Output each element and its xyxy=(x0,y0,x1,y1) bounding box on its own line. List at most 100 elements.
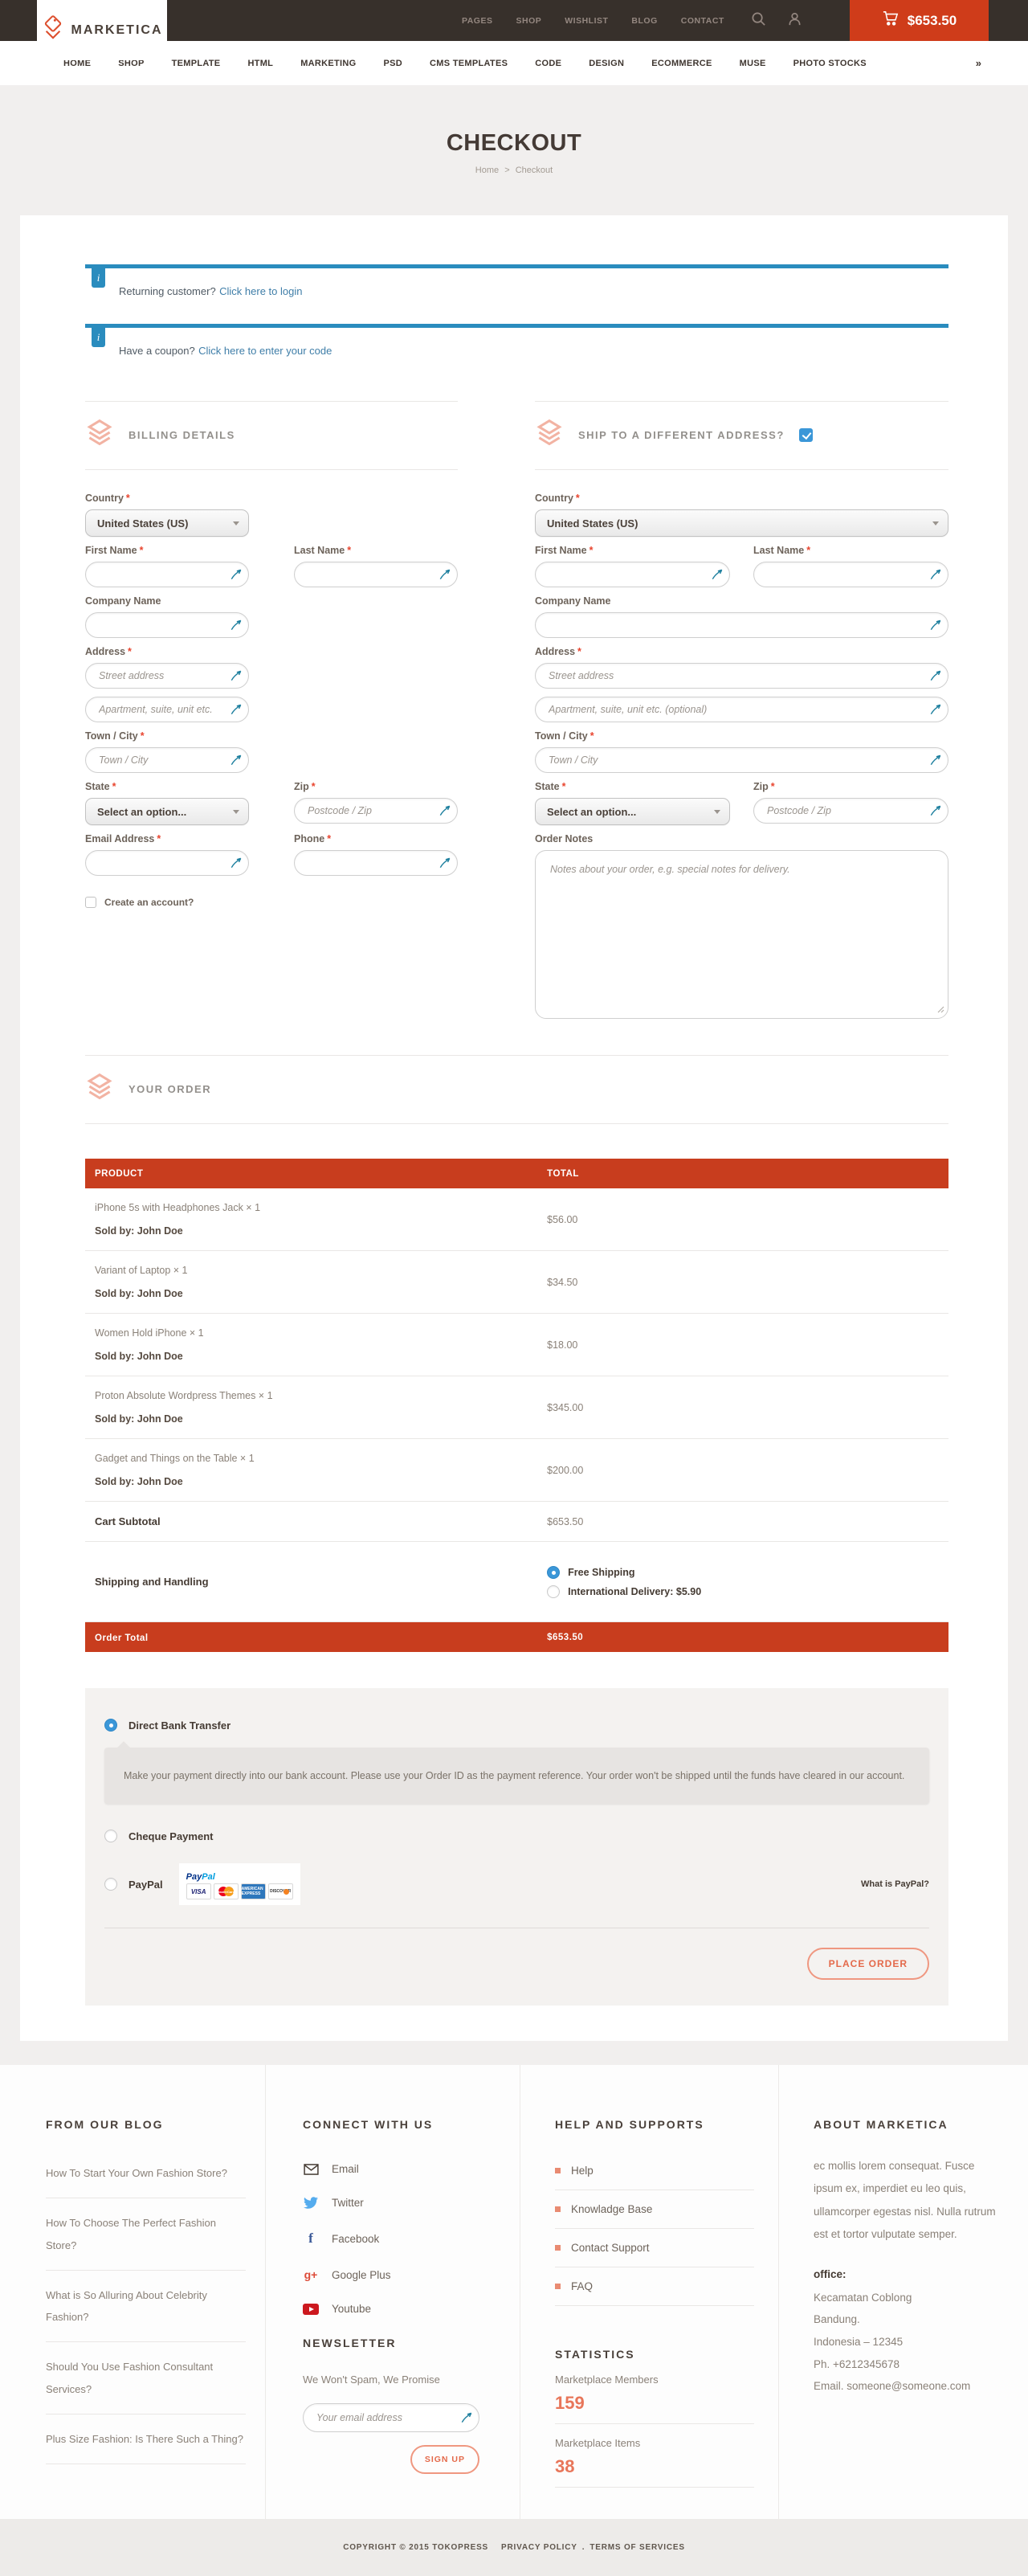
faq-link[interactable]: FAQ xyxy=(555,2267,754,2306)
what-is-paypal-link[interactable]: What is PayPal? xyxy=(861,1879,929,1889)
help-link[interactable]: Help xyxy=(555,2152,754,2190)
social-link-youtube[interactable]: Youtube xyxy=(303,2303,496,2315)
bullet-icon xyxy=(555,2168,561,2173)
newsletter-email-input[interactable] xyxy=(303,2403,479,2432)
blog-post-link[interactable]: Should You Use Fashion Consultant Servic… xyxy=(46,2342,246,2414)
create-account-checkbox[interactable] xyxy=(85,897,96,908)
autofill-dart-icon xyxy=(230,857,242,869)
blog-post-link[interactable]: How To Start Your Own Fashion Store? xyxy=(46,2149,246,2198)
stat-marketplace-items: Marketplace Items 38 xyxy=(555,2424,754,2488)
autofill-dart-icon xyxy=(230,670,242,681)
social-link-google-plus[interactable]: Google Plus xyxy=(303,2268,496,2281)
shipping-apartment-input[interactable] xyxy=(535,697,948,722)
free-shipping-label[interactable]: Free Shipping xyxy=(568,1567,634,1578)
cheque-payment-radio[interactable] xyxy=(104,1830,117,1842)
shipping-company-input[interactable] xyxy=(535,612,948,638)
address-line: Email. someone@someone.com xyxy=(814,2375,1002,2398)
blog-post-link[interactable]: Plus Size Fashion: Is There Such a Thing… xyxy=(46,2414,246,2464)
blog-post-link[interactable]: What is So Alluring About Celebrity Fash… xyxy=(46,2271,246,2343)
top-nav-shop[interactable]: SHOP xyxy=(516,16,541,26)
terms-of-services-link[interactable]: TERMS OF SERVICES xyxy=(589,2543,684,2552)
autofill-dart-icon xyxy=(930,754,941,766)
shipping-first-name-input[interactable] xyxy=(535,562,730,587)
social-link-twitter[interactable]: Twitter xyxy=(303,2197,496,2209)
nav-html[interactable]: HTML xyxy=(247,59,273,68)
nav-template[interactable]: TEMPLATE xyxy=(172,59,221,68)
shipping-section-header: SHIP TO A DIFFERENT ADDRESS? xyxy=(535,401,948,470)
free-shipping-radio[interactable] xyxy=(547,1566,560,1579)
bank-transfer-label[interactable]: Direct Bank Transfer xyxy=(128,1719,230,1732)
billing-phone-input[interactable] xyxy=(294,850,458,876)
account-icon[interactable] xyxy=(787,11,802,31)
nav-marketing[interactable]: MARKETING xyxy=(300,59,356,68)
nav-code[interactable]: CODE xyxy=(535,59,561,68)
billing-apartment-input[interactable] xyxy=(85,697,249,722)
billing-email-input[interactable] xyxy=(85,850,249,876)
ship-different-checkbox[interactable] xyxy=(799,428,813,442)
order-table-header: PRODUCT TOTAL xyxy=(85,1159,948,1188)
newsletter-heading: NEWSLETTER xyxy=(303,2337,496,2349)
knowledge-base-link[interactable]: Knowladge Base xyxy=(555,2190,754,2229)
breadcrumb-home[interactable]: Home xyxy=(475,166,499,175)
resize-grip-icon[interactable] xyxy=(936,1003,944,1017)
product-seller: Sold by: John Doe xyxy=(95,1351,547,1362)
blog-post-link[interactable]: How To Choose The Perfect Fashion Store? xyxy=(46,2198,246,2271)
billing-first-name-input[interactable] xyxy=(85,562,249,587)
paypal-label[interactable]: PayPal xyxy=(128,1879,163,1891)
order-row: Variant of Laptop × 1 Sold by: John Doe … xyxy=(85,1251,948,1314)
international-delivery-label[interactable]: International Delivery: $5.90 xyxy=(568,1586,701,1597)
login-link[interactable]: Click here to login xyxy=(219,285,302,297)
search-icon[interactable] xyxy=(751,11,766,31)
cheque-payment-label[interactable]: Cheque Payment xyxy=(128,1830,213,1842)
shipping-street-input[interactable] xyxy=(535,663,948,689)
shipping-country-select[interactable]: United States (US) xyxy=(535,509,948,537)
top-nav-wishlist[interactable]: WISHLIST xyxy=(565,16,608,26)
coupon-link[interactable]: Click here to enter your code xyxy=(198,345,332,357)
shipping-town-input[interactable] xyxy=(535,747,948,773)
billing-company-input[interactable] xyxy=(85,612,249,638)
top-nav-contact[interactable]: CONTACT xyxy=(681,16,724,26)
nav-photo-stocks[interactable]: PHOTO STOCKS xyxy=(793,59,867,68)
social-link-email[interactable]: Email xyxy=(303,2163,496,2175)
cart-button[interactable]: $653.50 xyxy=(850,0,989,41)
billing-town-input[interactable] xyxy=(85,747,249,773)
contact-support-link[interactable]: Contact Support xyxy=(555,2229,754,2267)
billing-state-label: State* xyxy=(85,781,249,792)
stat-value: 159 xyxy=(555,2393,754,2414)
top-nav-blog[interactable]: BLOG xyxy=(631,16,657,26)
newsletter-signup-button[interactable]: SIGN UP xyxy=(410,2445,479,2474)
chevron-down-icon xyxy=(233,521,239,525)
brand-logo[interactable]: MARKETICA xyxy=(37,0,167,60)
nav-ecommerce[interactable]: ECOMMERCE xyxy=(651,59,712,68)
shipping-zip-label: Zip* xyxy=(753,781,948,792)
autofill-dart-icon xyxy=(230,619,242,631)
chevron-down-icon xyxy=(233,810,239,814)
shipping-state-select[interactable]: Select an option... xyxy=(535,798,730,825)
top-nav-pages[interactable]: PAGES xyxy=(462,16,492,26)
international-delivery-radio[interactable] xyxy=(547,1585,560,1598)
place-order-button[interactable]: PLACE ORDER xyxy=(807,1948,929,1980)
footer-blog-heading: FROM OUR BLOG xyxy=(46,2118,246,2131)
billing-last-name-input[interactable] xyxy=(294,562,458,587)
order-total-row: Order Total $653.50 xyxy=(85,1622,948,1652)
nav-muse[interactable]: MUSE xyxy=(740,59,766,68)
nav-cms-templates[interactable]: CMS TEMPLATES xyxy=(430,59,508,68)
shipping-zip-input[interactable] xyxy=(753,798,948,824)
chevron-down-icon xyxy=(714,810,720,814)
order-notes-textarea[interactable] xyxy=(535,850,948,1019)
nav-design[interactable]: DESIGN xyxy=(589,59,624,68)
paypal-radio[interactable] xyxy=(104,1878,117,1891)
nav-psd[interactable]: PSD xyxy=(384,59,403,68)
product-total: $345.00 xyxy=(547,1402,583,1413)
nav-overflow-icon[interactable]: » xyxy=(976,57,981,69)
social-link-facebook[interactable]: Facebook xyxy=(303,2230,496,2247)
billing-state-select[interactable]: Select an option... xyxy=(85,798,249,825)
privacy-policy-link[interactable]: PRIVACY POLICY xyxy=(501,2543,577,2552)
billing-zip-input[interactable] xyxy=(294,798,458,824)
address-line: Bandung. xyxy=(814,2308,1002,2331)
billing-address-label: Address* xyxy=(85,646,458,657)
billing-country-select[interactable]: United States (US) xyxy=(85,509,249,537)
bank-transfer-radio[interactable] xyxy=(104,1719,117,1732)
billing-street-input[interactable] xyxy=(85,663,249,689)
shipping-last-name-input[interactable] xyxy=(753,562,948,587)
